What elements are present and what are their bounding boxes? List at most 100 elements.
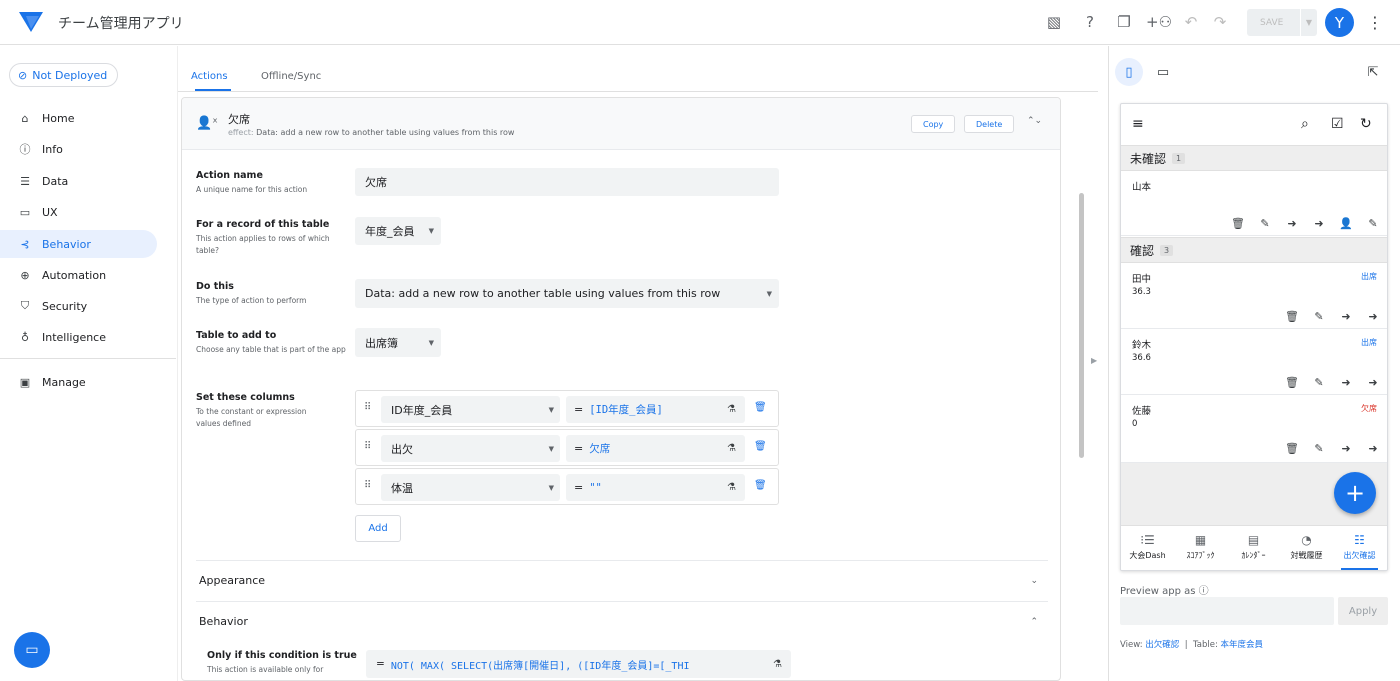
avatar[interactable]: Y xyxy=(1325,8,1354,37)
share-icon[interactable]: +⚇ xyxy=(1146,12,1172,32)
action-arrow-icon[interactable]: ➜ xyxy=(1339,376,1353,389)
column-select[interactable]: 出欠 ▼ xyxy=(381,435,560,462)
tab-offline-sync[interactable]: Offline/Sync xyxy=(261,71,321,82)
expression-input[interactable]: = [ID年度_会員] ⚗ xyxy=(566,396,745,423)
action-arrow-icon[interactable]: ➜ xyxy=(1339,442,1353,455)
row-name: 佐藤 xyxy=(1132,406,1152,417)
expression-input[interactable]: = 欠席 ⚗ xyxy=(566,435,745,462)
action-arrow-icon[interactable]: ➜ xyxy=(1366,442,1380,455)
group-header[interactable]: 確認 3 xyxy=(1121,237,1387,263)
delete-button[interactable]: Delete xyxy=(964,115,1015,133)
table-link[interactable]: 本年度会員 xyxy=(1221,640,1264,650)
more-options-icon[interactable]: ⋮ xyxy=(1367,13,1383,32)
save-button[interactable]: SAVE ▼ xyxy=(1247,9,1317,36)
sidebar-item-behavior[interactable]: ⊰ Behavior xyxy=(0,230,157,258)
nav-item-scorebook[interactable]: ▦ ｽｺｱﾌﾞｯｸ xyxy=(1174,526,1227,570)
list-item[interactable]: 山本 🗑 ✎ ➜ ➜ 👤 ✎ xyxy=(1121,171,1387,236)
action-arrow-icon[interactable]: ➜ xyxy=(1366,376,1380,389)
collapse-preview-icon[interactable]: ▶ xyxy=(1091,356,1097,365)
nav-item-taikai-dash[interactable]: ⁝☰ 大会Dash xyxy=(1121,526,1174,570)
trash-icon[interactable]: 🗑 xyxy=(754,402,767,413)
list-item[interactable]: 佐藤 0 欠席 🗑 ✎ ➜ ➜ xyxy=(1121,395,1387,463)
flask-icon[interactable]: ⚗ xyxy=(727,404,736,415)
add-record-button[interactable]: + xyxy=(1334,472,1376,514)
trash-icon[interactable]: 🗑 xyxy=(754,441,767,452)
edit-icon[interactable]: ✎ xyxy=(1258,217,1272,230)
sidebar-item-security[interactable]: ⛉ Security xyxy=(0,292,157,320)
edit-icon[interactable]: ✎ xyxy=(1312,310,1326,323)
drag-handle-icon[interactable]: ⠿ xyxy=(364,402,371,413)
target-table-select[interactable]: 出席簿 ▼ xyxy=(355,328,441,357)
delete-icon[interactable]: 🗑 xyxy=(1231,217,1245,230)
tablet-preview-icon[interactable]: ▭ xyxy=(1149,58,1177,86)
sidebar-item-manage[interactable]: ▣ Manage xyxy=(0,368,157,396)
undo-icon[interactable]: ↶ xyxy=(1181,12,1201,32)
flask-icon[interactable]: ⚗ xyxy=(771,658,782,670)
sidebar-item-ux[interactable]: ▭ UX xyxy=(0,198,157,226)
sidebar-item-info[interactable]: ⓘ Info xyxy=(0,135,157,163)
edit-icon[interactable]: ✎ xyxy=(1312,442,1326,455)
drag-handle-icon[interactable]: ⠿ xyxy=(364,480,371,491)
tab-actions[interactable]: Actions xyxy=(191,71,228,82)
delete-icon[interactable]: 🗑 xyxy=(1285,376,1299,389)
table-select[interactable]: 年度_会員 ▼ xyxy=(355,217,441,245)
condition-expression-input[interactable]: = NOT( MAX( SELECT(出席簿[開催日], ([ID年度_会員]=[… xyxy=(366,650,791,678)
open-external-icon[interactable]: ⇱ xyxy=(1359,58,1387,86)
action-arrow-icon[interactable]: ➜ xyxy=(1285,217,1299,230)
view-link[interactable]: 出欠確認 xyxy=(1145,640,1179,650)
preview-as-input[interactable] xyxy=(1120,597,1334,625)
help-icon[interactable]: ? xyxy=(1080,12,1100,32)
apply-button[interactable]: Apply xyxy=(1338,597,1388,625)
flask-icon[interactable]: ⚗ xyxy=(727,482,736,493)
flask-icon[interactable]: ⚗ xyxy=(727,443,736,454)
nav-label: 大会Dash xyxy=(1129,551,1166,560)
user-absent-icon[interactable]: 👤 xyxy=(1339,217,1353,230)
search-icon[interactable]: ⌕ xyxy=(1301,116,1309,132)
action-arrow-icon[interactable]: ➜ xyxy=(1339,310,1353,323)
pricing-icon[interactable]: ▧ xyxy=(1044,12,1064,32)
checkbox-icon[interactable]: ☑ xyxy=(1331,116,1344,132)
list-item[interactable]: 鈴木 36.6 出席 🗑 ✎ ➜ ➜ xyxy=(1121,329,1387,395)
action-name-input[interactable]: 欠席 xyxy=(355,168,779,196)
sidebar-item-home[interactable]: ⌂ Home xyxy=(0,104,157,132)
action-header[interactable]: 👤ˣ 欠席 effect: Data: add a new row to ano… xyxy=(182,98,1060,150)
sidebar-item-intelligence[interactable]: ♁ Intelligence xyxy=(0,323,157,351)
mobile-preview-icon[interactable]: ▯ xyxy=(1115,58,1143,86)
action-arrow-icon[interactable]: ➜ xyxy=(1366,310,1380,323)
drag-handle-icon[interactable]: ⠿ xyxy=(364,441,371,452)
edit-icon[interactable]: ✎ xyxy=(1312,376,1326,389)
tabs-divider xyxy=(178,91,1098,92)
sidebar-item-automation[interactable]: ⊕ Automation xyxy=(0,261,157,289)
expand-collapse-icon[interactable]: ⌃⌄ xyxy=(1027,116,1042,126)
expression-input[interactable]: = "" ⚗ xyxy=(566,474,745,501)
action-arrow-icon[interactable]: ➜ xyxy=(1312,217,1326,230)
editor-scrollbar[interactable] xyxy=(1079,193,1084,458)
copy-button[interactable]: Copy xyxy=(911,115,956,133)
chat-button[interactable]: ▭ xyxy=(14,632,50,668)
row-actions: 🗑 ✎ ➜ ➜ 👤 ✎ xyxy=(1231,217,1380,230)
column-select[interactable]: 体温 ▼ xyxy=(381,474,560,501)
sidebar-item-data[interactable]: ☰ Data xyxy=(0,167,157,195)
action-type-select[interactable]: Data: add a new row to another table usi… xyxy=(355,279,779,308)
behavior-section-header[interactable]: Behavior ⌃ xyxy=(196,601,1048,641)
appearance-section-header[interactable]: Appearance ⌄ xyxy=(196,560,1048,600)
nav-item-history[interactable]: ◔ 対戦履歴 xyxy=(1280,526,1333,570)
nav-item-attendance[interactable]: ☷ 出欠確認 xyxy=(1333,526,1386,570)
info-icon[interactable]: ⓘ xyxy=(1199,586,1209,597)
column-select[interactable]: ID年度_会員 ▼ xyxy=(381,396,560,423)
add-column-button[interactable]: Add xyxy=(355,515,401,542)
group-header[interactable]: 未確認 1 xyxy=(1121,145,1387,171)
copy-app-icon[interactable]: ❐ xyxy=(1114,12,1134,32)
delete-icon[interactable]: 🗑 xyxy=(1285,310,1299,323)
edit-icon[interactable]: ✎ xyxy=(1366,217,1380,230)
nav-item-calendar[interactable]: ▤ ｶﾚﾝﾀﾞｰ xyxy=(1227,526,1280,570)
dropdown-arrow-icon: ▼ xyxy=(428,338,434,347)
list-item[interactable]: 田中 36.3 出席 🗑 ✎ ➜ ➜ xyxy=(1121,263,1387,329)
delete-icon[interactable]: 🗑 xyxy=(1285,442,1299,455)
redo-icon[interactable]: ↷ xyxy=(1210,12,1230,32)
deploy-status-chip[interactable]: ⊘ Not Deployed xyxy=(9,63,119,87)
trash-icon[interactable]: 🗑 xyxy=(754,480,767,491)
save-dropdown-icon[interactable]: ▼ xyxy=(1300,9,1317,36)
refresh-icon[interactable]: ↻ xyxy=(1360,116,1372,132)
sort-icon[interactable]: ≡ xyxy=(1132,116,1144,132)
